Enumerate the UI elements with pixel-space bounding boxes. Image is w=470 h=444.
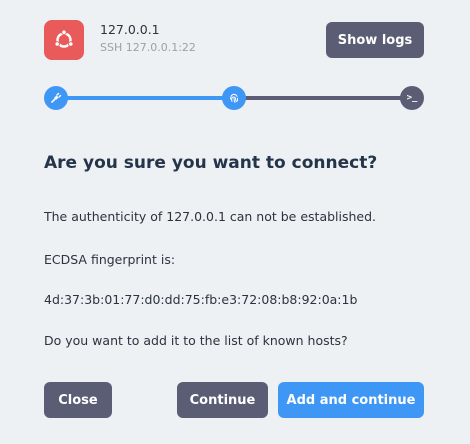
add-and-continue-button[interactable]: Add and continue	[278, 382, 424, 418]
ubuntu-icon	[44, 20, 84, 60]
dialog-title: Are you sure you want to connect?	[44, 153, 378, 173]
step-terminal: >_	[400, 86, 424, 110]
step-verify	[222, 86, 246, 110]
authenticity-message: The authenticity of 127.0.0.1 can not be…	[44, 209, 377, 224]
show-logs-button[interactable]: Show logs	[326, 22, 424, 58]
terminal-icon: >_	[406, 92, 418, 103]
progress-track-complete	[56, 96, 234, 100]
step-connect	[44, 86, 68, 110]
host-name: 127.0.0.1	[100, 22, 160, 37]
plug-icon	[50, 89, 62, 108]
host-header: 127.0.0.1 SSH 127.0.0.1:22 Show logs	[44, 20, 426, 60]
continue-button[interactable]: Continue	[177, 382, 268, 418]
host-subtitle: SSH 127.0.0.1:22	[100, 41, 196, 54]
connection-progress: >_	[44, 86, 426, 110]
fingerprint-value: 4d:37:3b:01:77:d0:dd:75:fb:e3:72:08:b8:9…	[44, 292, 358, 307]
fingerprint-icon	[228, 89, 240, 108]
progress-track-pending	[234, 96, 412, 100]
fingerprint-label: ECDSA fingerprint is:	[44, 252, 176, 267]
known-hosts-question: Do you want to add it to the list of kno…	[44, 333, 348, 348]
close-button[interactable]: Close	[44, 382, 112, 418]
